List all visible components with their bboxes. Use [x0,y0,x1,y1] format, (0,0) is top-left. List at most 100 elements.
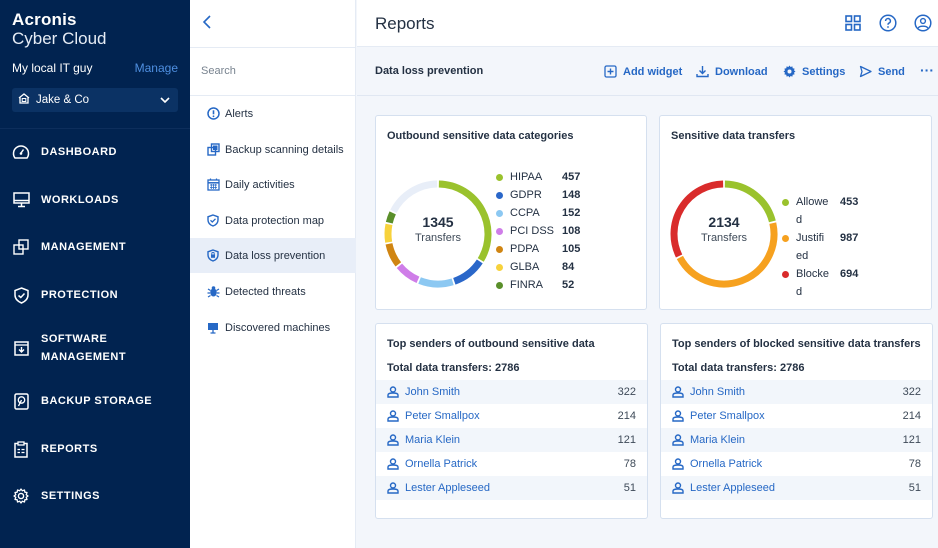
sender-name-link[interactable]: Maria Klein [690,434,903,446]
user-icon [672,434,684,446]
sender-name-link[interactable]: Maria Klein [405,434,618,446]
download-button[interactable]: Download [696,65,768,78]
categories-segment-ccpa[interactable] [418,277,454,288]
card-title: Outbound sensitive data categories [387,130,574,142]
legend-item: Justified 987 [782,229,858,265]
sender-name-link[interactable]: John Smith [405,386,618,398]
manage-link[interactable]: Manage [135,61,178,75]
senders-list: John Smith 322 Peter Smallpox 214 Maria Klei… [661,380,932,500]
more-options-button[interactable]: ··· [920,62,934,78]
legend-dot [496,173,503,181]
report-name: Data loss prevention [375,65,484,77]
donut-total: 1345 [422,214,454,230]
legend-label: Blocked [796,268,830,298]
nav-item-management[interactable]: MANAGEMENT [0,238,190,256]
user-icon [387,458,399,470]
legend-label: Allowed [796,196,829,226]
sender-name-link[interactable]: Peter Smallpox [690,410,903,422]
legend-label: CCPA [510,207,540,219]
sender-count: 121 [617,434,636,446]
sender-row: Lester Appleseed 51 [376,476,647,500]
report-item-discovered-machines[interactable]: Discovered machines [190,310,356,345]
legend-dot [782,198,789,206]
management-icon [12,238,30,256]
nav-item-dashboard[interactable]: DASHBOARD [0,143,190,161]
legend-item: Allowed 453 [782,193,858,229]
plus-square-icon [604,65,617,78]
user-icon [672,482,684,494]
donut-caption: Transfers [700,232,748,244]
sender-row: Maria Klein 121 [661,428,932,452]
sender-count: 214 [617,410,636,422]
tenant-row: My local IT guy Manage [12,61,178,75]
user-icon [672,458,684,470]
report-search-input[interactable] [201,65,341,77]
sender-name-link[interactable]: Lester Appleseed [690,482,909,494]
card-top-blocked-senders: Top senders of blocked sensitive data tr… [660,323,933,519]
sender-name-link[interactable]: Ornella Patrick [405,458,624,470]
sender-row: Peter Smallpox 214 [661,404,932,428]
report-item-daily-activities[interactable]: Daily activities [190,167,356,202]
main-sidebar: Acronis Cyber Cloud My local IT guy Mana… [0,0,190,548]
card-title: Sensitive data transfers [671,130,796,142]
sender-name-link[interactable]: Ornella Patrick [690,458,909,470]
report-item-data-loss-prevention[interactable]: Data loss prevention [190,238,356,273]
sender-count: 78 [908,458,921,470]
software-download-icon [12,339,30,357]
nav-label: SOFTWARE MANAGEMENT [41,330,126,366]
nav-item-protection[interactable]: PROTECTION [0,286,190,304]
nav-label-line1: SOFTWARE [41,333,108,345]
nav-item-software-management[interactable]: SOFTWARE MANAGEMENT [0,330,190,366]
legend-value: 105 [562,243,581,255]
categories-segment-pdpa[interactable] [385,242,402,267]
nav-label: REPORTS [41,443,98,455]
sender-count: 322 [902,386,921,398]
report-item-detected-threats[interactable]: Detected threats [190,274,356,309]
clipboard-icon [12,440,30,458]
tenant-name: My local IT guy [12,61,93,75]
legend-dot [496,281,503,289]
legend-dot [496,227,503,235]
legend-label: GLBA [510,261,540,273]
nav-item-workloads[interactable]: WORKLOADS [0,191,190,209]
report-item-data-protection-map[interactable]: Data protection map [190,203,356,238]
sender-name-link[interactable]: Peter Smallpox [405,410,618,422]
shield-lock-icon [206,249,220,263]
categories-segment-glba[interactable] [384,223,393,243]
help-icon[interactable] [879,14,897,32]
sender-count: 214 [902,410,921,422]
monitor-icon [12,191,30,209]
nav-label-line2: MANAGEMENT [41,351,127,363]
categories-segment-pci-dss[interactable] [396,263,420,284]
report-item-alerts[interactable]: Alerts [190,96,356,131]
back-chevron-icon[interactable] [202,14,212,35]
senders-list: John Smith 322 Peter Smallpox 214 Maria Klei… [376,380,647,500]
settings-button[interactable]: Settings [783,65,845,78]
categories-segment-gdpr[interactable] [453,259,483,285]
report-item-backup-scanning-details[interactable]: Backup scanning details [190,132,356,167]
nav-item-reports[interactable]: REPORTS [0,440,190,458]
nav-item-backup-storage[interactable]: BACKUP STORAGE [0,392,190,410]
categories-segment-finra[interactable] [385,211,396,224]
backup-scan-icon [206,143,220,157]
report-item-label: Data protection map [225,214,325,227]
sender-row: Peter Smallpox 214 [376,404,647,428]
add-widget-button[interactable]: Add widget [604,65,682,78]
nav-label: BACKUP STORAGE [41,395,153,407]
backup-storage-icon [12,392,30,410]
sender-row: Lester Appleseed 51 [661,476,932,500]
apps-grid-icon[interactable] [844,14,862,32]
brand-product: Cyber Cloud [12,29,107,48]
sender-name-link[interactable]: Lester Appleseed [405,482,624,494]
house-icon [18,93,30,107]
total-transfers: Total data transfers: 2786 [672,362,805,374]
brand-name: Acronis [12,10,77,29]
customer-selector[interactable]: Jake & Co [12,88,178,112]
legend-value: 52 [562,279,575,291]
nav-item-settings[interactable]: SETTINGS [0,487,190,505]
gear-icon [12,487,30,505]
send-button[interactable]: Send [859,65,905,78]
sender-count: 51 [623,482,636,494]
user-account-icon[interactable] [914,14,932,32]
sender-name-link[interactable]: John Smith [690,386,903,398]
